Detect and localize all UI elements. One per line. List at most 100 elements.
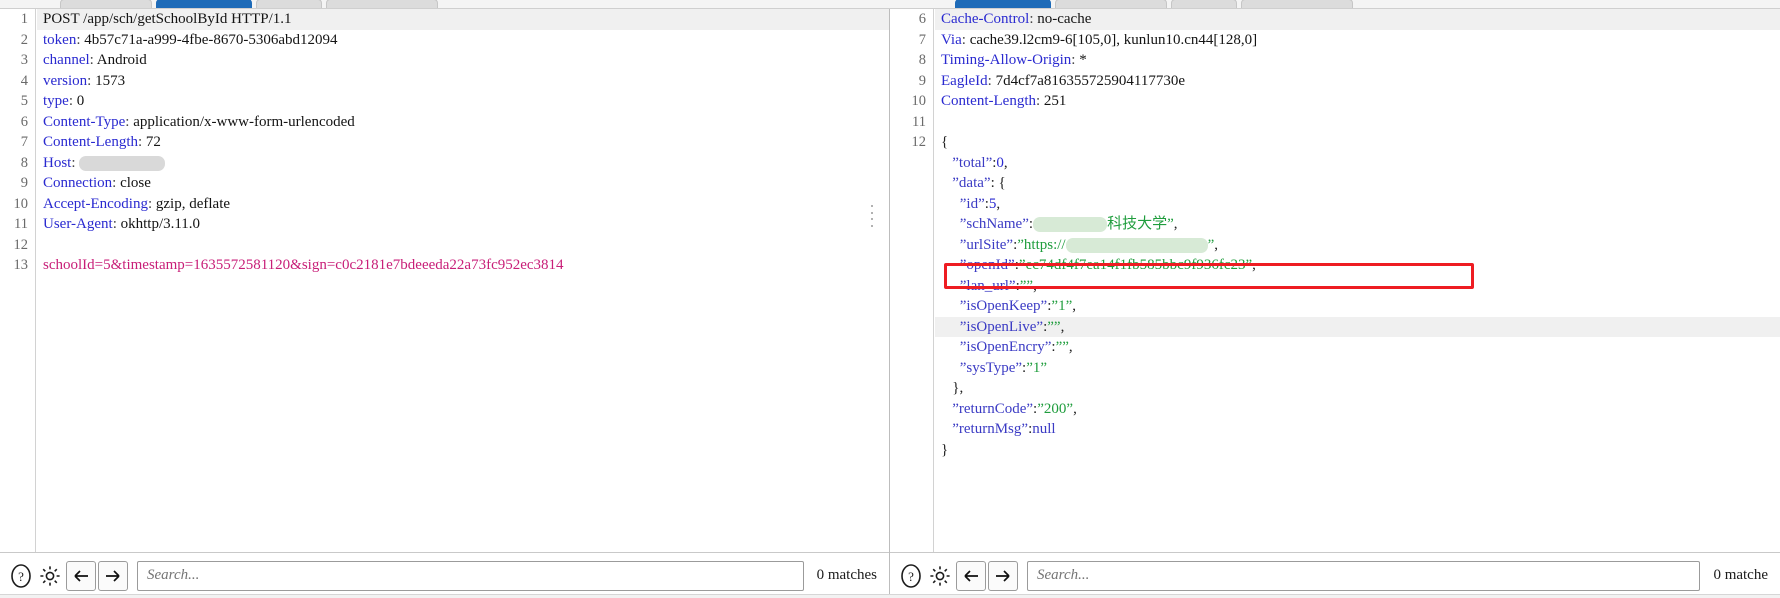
header-value: 7d4cf7a816355725904117730e bbox=[995, 72, 1185, 89]
line-number: 9 bbox=[918, 72, 926, 89]
request-search-box[interactable] bbox=[137, 560, 804, 591]
json-value: 1 bbox=[1058, 298, 1066, 314]
json-key: ”isOpenEncry” bbox=[959, 339, 1052, 355]
json-value: 0 bbox=[996, 154, 1004, 171]
response-line-numbers: 6 7 8 9 10 11 12 bbox=[890, 9, 934, 552]
request-code-area[interactable]: 1 2 3 4 5 6 7 8 9 10 11 12 13 POST /app/… bbox=[0, 0, 889, 552]
json-key: ”sysType” bbox=[959, 359, 1023, 376]
tab-5-active[interactable] bbox=[955, 0, 1051, 8]
line-number: 8 bbox=[20, 154, 28, 171]
request-drag-handle[interactable] bbox=[870, 205, 874, 227]
json-close-data: }, bbox=[941, 380, 964, 396]
header-name: type bbox=[43, 93, 69, 109]
header-line: Content-Length: 251 bbox=[941, 93, 1067, 109]
line-number: 13 bbox=[13, 257, 29, 273]
json-key: ”id” bbox=[959, 195, 985, 212]
request-line-numbers: 1 2 3 4 5 6 7 8 9 10 11 12 13 bbox=[0, 9, 36, 552]
tab-4[interactable] bbox=[326, 0, 438, 8]
header-line: Content-Type: application/x-www-form-url… bbox=[43, 113, 355, 130]
question-circle-icon[interactable]: ? bbox=[8, 562, 34, 590]
header-value: 72 bbox=[145, 134, 161, 150]
request-search-input[interactable] bbox=[147, 567, 794, 584]
response-code-area[interactable]: 6 7 8 9 10 11 12 Cache-Control: no-cache… bbox=[890, 0, 1780, 552]
header-name: Content-Length bbox=[43, 134, 138, 150]
json-line-returnmsg: ”returnMsg”:null bbox=[952, 421, 1056, 437]
json-value: https:// bbox=[1023, 236, 1066, 253]
json-line-schname: ”schName”: 科技大学”, bbox=[959, 216, 1178, 233]
request-match-count: 0 matches bbox=[816, 567, 877, 583]
header-line: EagleId: 7d4cf7a816355725904117730e bbox=[941, 72, 1185, 89]
line-number: 4 bbox=[20, 72, 28, 89]
json-key: ”returnMsg” bbox=[952, 421, 1029, 437]
json-key: ”lan_url” bbox=[959, 277, 1016, 294]
svg-text:?: ? bbox=[908, 569, 914, 584]
json-key: ”openId” bbox=[959, 257, 1015, 273]
request-panel: 1 2 3 4 5 6 7 8 9 10 11 12 13 POST /app/… bbox=[0, 0, 890, 598]
arrow-left-icon[interactable] bbox=[956, 560, 986, 591]
gear-icon[interactable] bbox=[37, 562, 63, 590]
json-line-isopenkeep: ”isOpenKeep”:”1”, bbox=[959, 298, 1076, 314]
json-key: ”total” bbox=[952, 154, 993, 171]
json-key: ”data” bbox=[952, 175, 991, 191]
line-number: 10 bbox=[13, 195, 29, 212]
tab-2-active[interactable] bbox=[156, 0, 252, 8]
header-name: Connection bbox=[43, 175, 113, 191]
request-body-text: schoolId=5&timestamp=1635572581120&sign=… bbox=[43, 257, 564, 273]
json-key: ”returnCode” bbox=[952, 400, 1034, 417]
header-value: application/x-www-form-urlencoded bbox=[133, 113, 355, 130]
header-name: token bbox=[43, 31, 77, 48]
request-path: /app/sch/getSchoolById bbox=[83, 11, 228, 27]
line-number: 9 bbox=[20, 175, 28, 191]
redaction-host bbox=[79, 155, 166, 171]
question-circle-icon[interactable]: ? bbox=[898, 562, 924, 590]
redaction-schname bbox=[1033, 217, 1108, 233]
tab-8[interactable] bbox=[1241, 0, 1353, 8]
gear-icon[interactable] bbox=[927, 562, 953, 590]
response-search-box[interactable] bbox=[1027, 560, 1701, 591]
header-value: 0 bbox=[76, 93, 85, 109]
tab-6[interactable] bbox=[1055, 0, 1167, 8]
json-close-root: } bbox=[941, 441, 949, 458]
request-lines: POST /app/sch/getSchoolById HTTP/1.1 tok… bbox=[37, 9, 889, 552]
response-search-input[interactable] bbox=[1037, 567, 1691, 584]
header-name: channel bbox=[43, 52, 90, 68]
window-bottom-edge bbox=[0, 594, 1780, 598]
header-value: close bbox=[120, 175, 151, 191]
header-line: version: 1573 bbox=[43, 72, 126, 89]
header-line-host: Host: bbox=[37, 153, 889, 174]
tab-strip bbox=[0, 0, 1780, 9]
json-brace: { bbox=[941, 134, 949, 150]
line-number: 12 bbox=[13, 236, 29, 253]
json-value: 200 bbox=[1043, 400, 1067, 417]
response-toolbar: ? Search... 0 matche bbox=[890, 552, 1780, 598]
arrow-left-icon[interactable] bbox=[66, 560, 96, 591]
json-key: ”urlSite” bbox=[959, 236, 1014, 253]
line-number: 3 bbox=[20, 52, 28, 68]
line-number: 7 bbox=[20, 134, 28, 150]
arrow-right-icon[interactable] bbox=[988, 560, 1018, 591]
json-line-openid: ”openId”:”ec74df4f7ea14f1fb585bbc9f936fc… bbox=[959, 257, 1256, 273]
header-name: User-Agent bbox=[43, 216, 113, 232]
header-value: gzip, deflate bbox=[155, 195, 231, 212]
tab-3[interactable] bbox=[256, 0, 322, 8]
line-number: 6 bbox=[20, 113, 28, 130]
header-value: no-cache bbox=[1037, 11, 1092, 27]
header-name: Timing-Allow-Origin bbox=[941, 52, 1072, 68]
json-value: null bbox=[1032, 421, 1056, 437]
line-number: 8 bbox=[918, 52, 926, 68]
json-line-data: ”data”: { bbox=[952, 175, 1006, 191]
header-line: Timing-Allow-Origin: * bbox=[941, 52, 1087, 68]
tab-7[interactable] bbox=[1171, 0, 1237, 8]
header-value: Android bbox=[96, 52, 147, 68]
arrow-right-icon[interactable] bbox=[98, 560, 128, 591]
header-line: Accept-Encoding: gzip, deflate bbox=[43, 195, 231, 212]
header-value: 4b57c71a-a999-4fbe-8670-5306abd12094 bbox=[84, 31, 338, 48]
http-inspector-window: 1 2 3 4 5 6 7 8 9 10 11 12 13 POST /app/… bbox=[0, 0, 1780, 598]
redaction-urlsite bbox=[1065, 237, 1208, 253]
json-line-lanurl: ”lan_url”:””, bbox=[959, 277, 1037, 294]
header-name: Accept-Encoding bbox=[43, 195, 148, 212]
request-http-version: HTTP/1.1 bbox=[231, 11, 292, 27]
tab-1[interactable] bbox=[60, 0, 152, 8]
header-line: Via: cache39.l2cm9-6[105,0], kunlun10.cn… bbox=[941, 31, 1258, 48]
header-name: Via bbox=[941, 31, 962, 48]
